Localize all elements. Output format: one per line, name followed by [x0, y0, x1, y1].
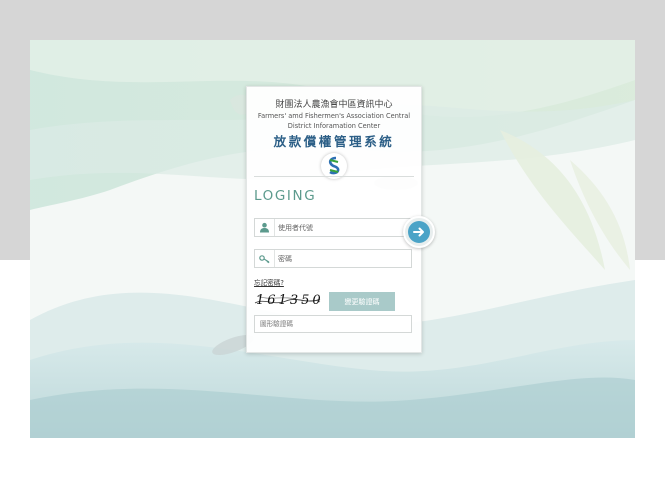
forgot-password-link[interactable]: 忘記密碼?: [254, 277, 284, 287]
login-submit-button[interactable]: [403, 216, 435, 248]
captcha-text: 161350: [256, 293, 324, 308]
captcha-input[interactable]: [260, 317, 405, 331]
login-heading: LOGING: [254, 188, 317, 204]
organization-name-en-line2: District Inforamation Center: [287, 122, 381, 130]
username-input[interactable]: [278, 220, 406, 235]
header-divider: [254, 176, 414, 177]
captcha-image: 161350: [254, 292, 322, 310]
username-field[interactable]: [254, 218, 412, 237]
captcha-field[interactable]: [254, 315, 412, 333]
organization-name-en-line1: Farmers' amd Fishermen's Association Cen…: [257, 112, 411, 120]
organization-name-cn: 財團法人農漁會中區資訊中心: [275, 100, 393, 110]
system-title: 放款償權管理系統: [273, 134, 395, 149]
password-input[interactable]: [278, 251, 406, 266]
user-icon: [255, 219, 275, 236]
password-field[interactable]: [254, 249, 412, 268]
arrow-right-icon: [413, 227, 424, 237]
refresh-captcha-button[interactable]: 變更驗證碼: [329, 292, 395, 311]
key-icon: [255, 250, 275, 267]
login-panel: 財團法人農漁會中區資訊中心 Farmers' amd Fishermen's A…: [246, 86, 422, 353]
